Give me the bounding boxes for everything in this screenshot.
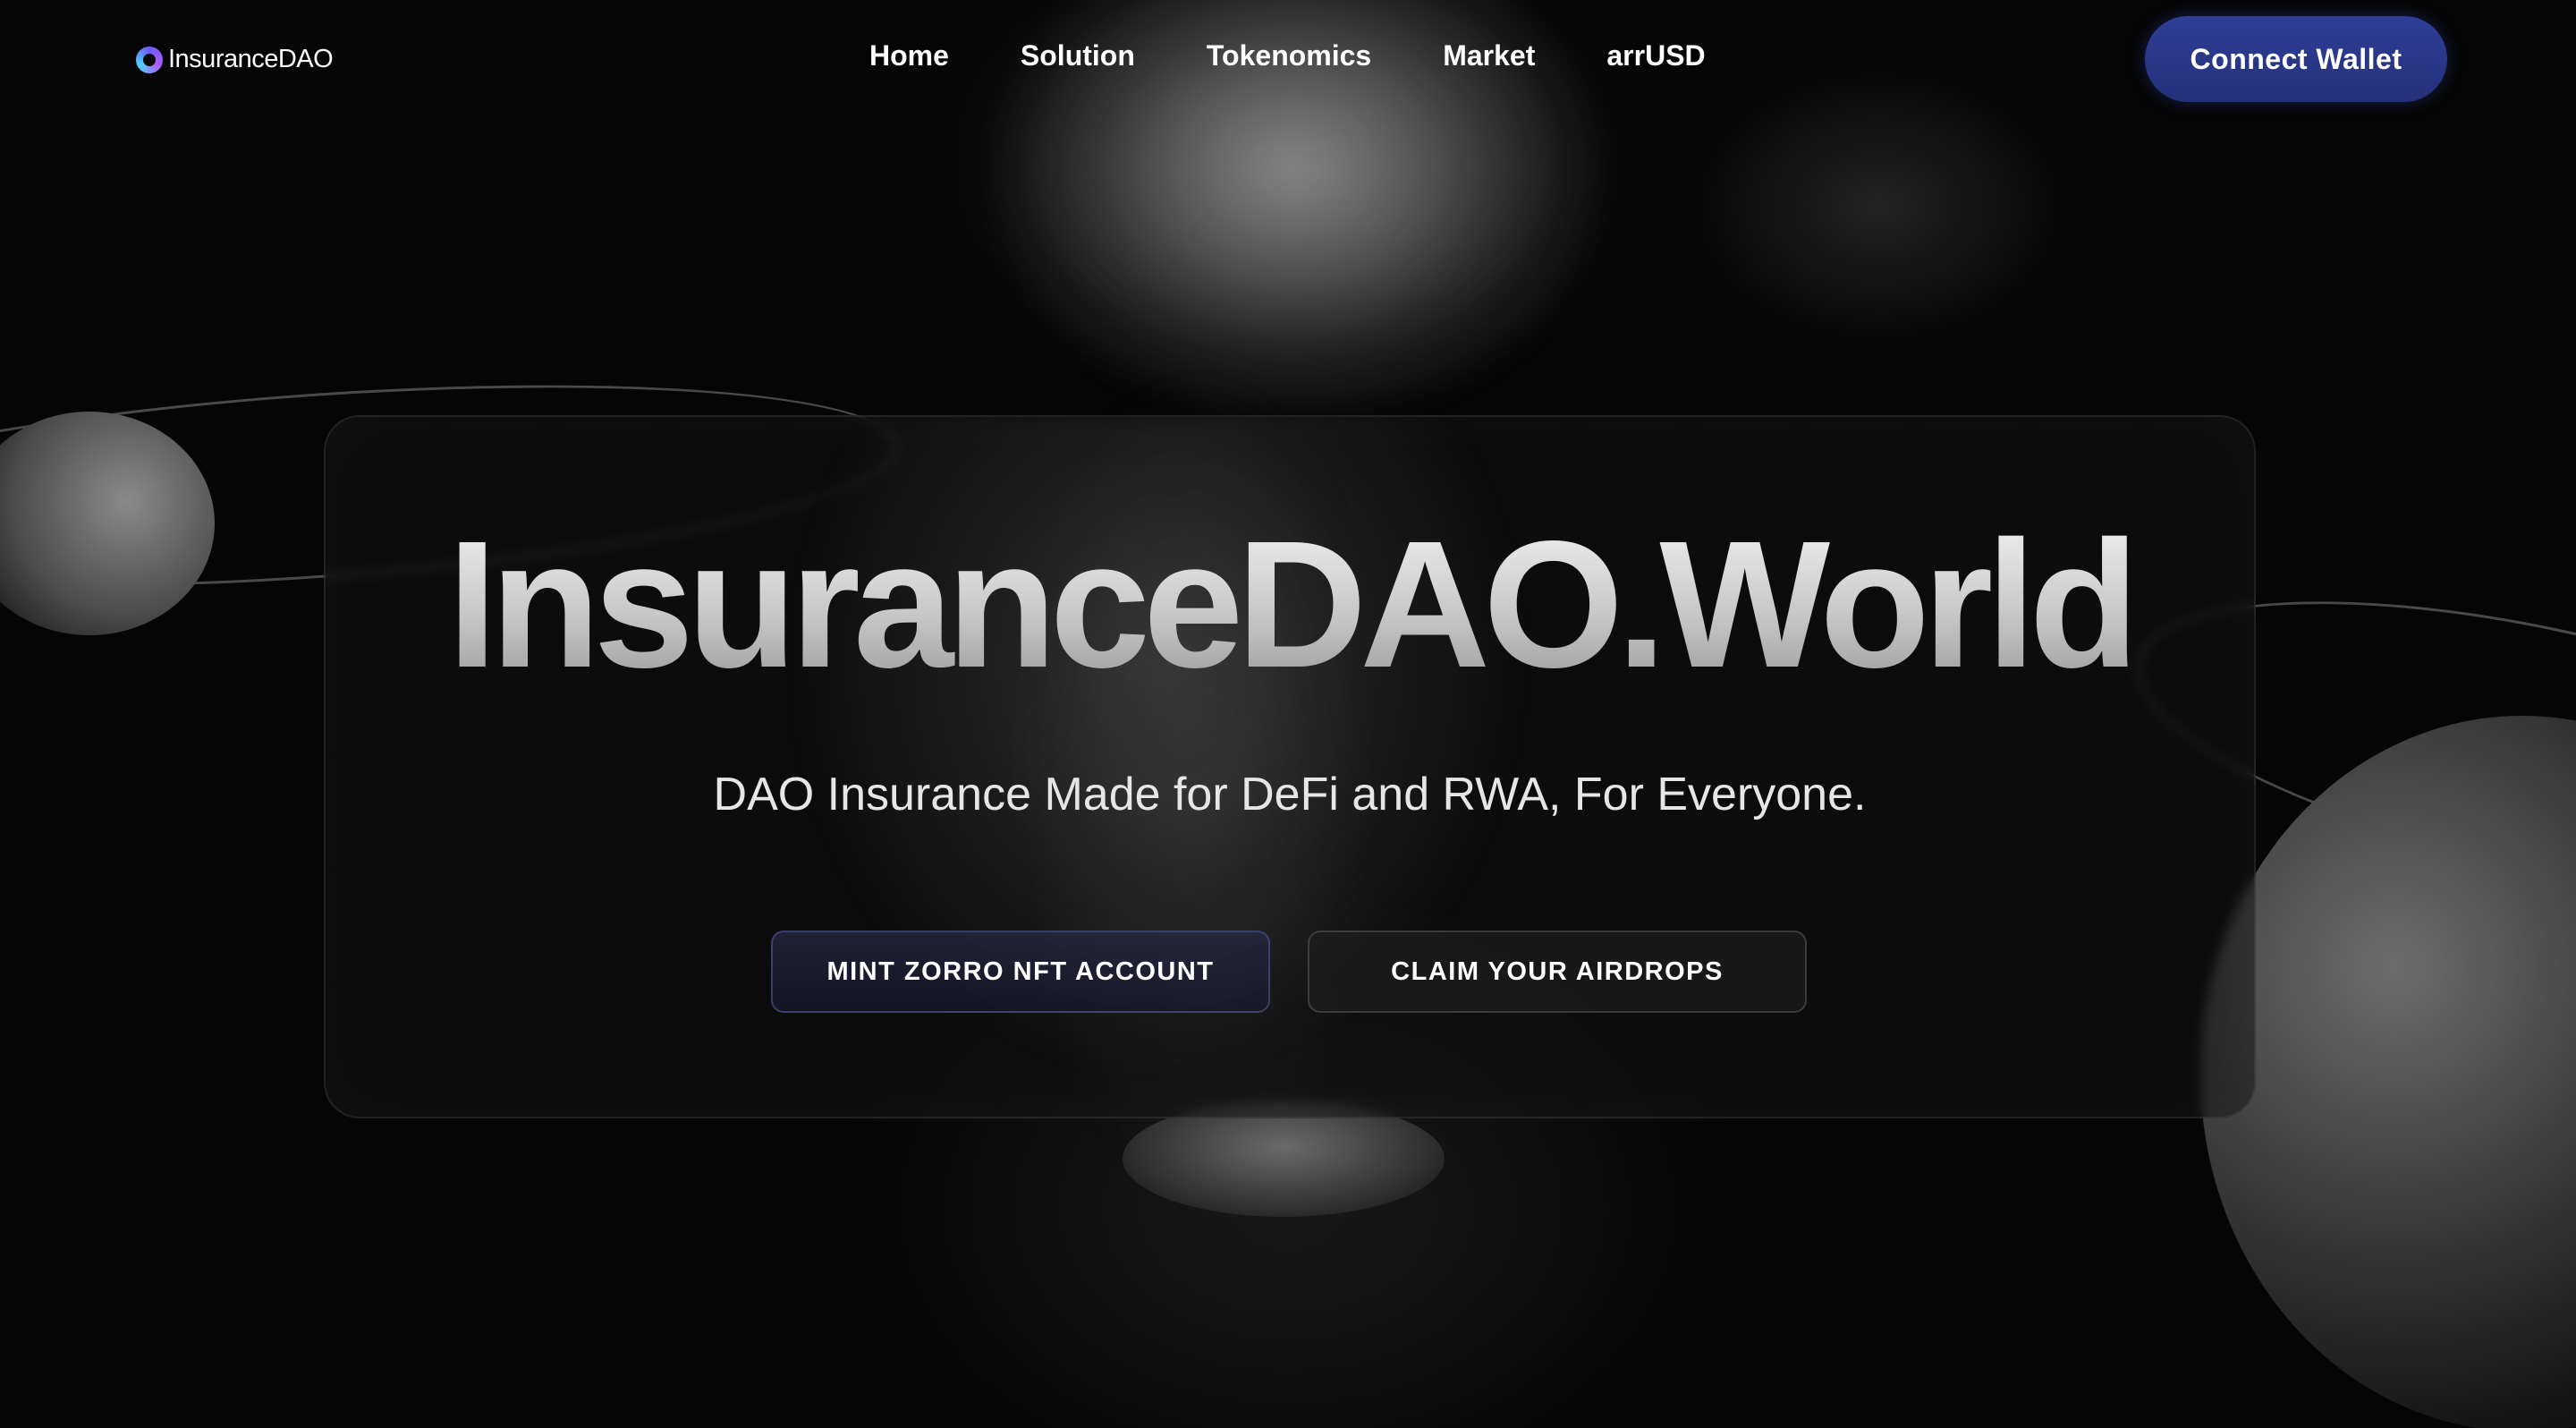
- logo-text: InsuranceDAO: [168, 45, 334, 73]
- nav-link-tokenomics[interactable]: Tokenomics: [1207, 39, 1371, 72]
- top-nav: InsuranceDAO Home Solution Tokenomics Ma…: [0, 0, 2576, 116]
- hero-subtitle: DAO Insurance Made for DeFi and RWA, For…: [713, 769, 1867, 820]
- nav-link-solution[interactable]: Solution: [1021, 39, 1135, 72]
- nav-link-home[interactable]: Home: [869, 39, 949, 72]
- insurancedao-logo-icon: [136, 46, 163, 73]
- main-menu: Home Solution Tokenomics Market arrUSD: [869, 39, 1706, 72]
- hero-card: InsuranceDAO.World DAO Insurance Made fo…: [324, 415, 2256, 1118]
- nav-link-arrusd[interactable]: arrUSD: [1606, 39, 1705, 72]
- page: InsuranceDAO Home Solution Tokenomics Ma…: [0, 0, 2576, 1428]
- logo-link[interactable]: InsuranceDAO: [136, 45, 334, 74]
- hero-title: InsuranceDAO.World: [326, 514, 2254, 694]
- nav-link-market[interactable]: Market: [1443, 39, 1535, 72]
- connect-wallet-button[interactable]: Connect Wallet: [2145, 16, 2447, 102]
- mint-nft-account-button[interactable]: MINT ZORRO NFT ACCOUNT: [771, 931, 1270, 1013]
- planet-right: [2200, 716, 2576, 1428]
- claim-airdrops-button[interactable]: CLAIM YOUR AIRDROPS: [1308, 931, 1807, 1013]
